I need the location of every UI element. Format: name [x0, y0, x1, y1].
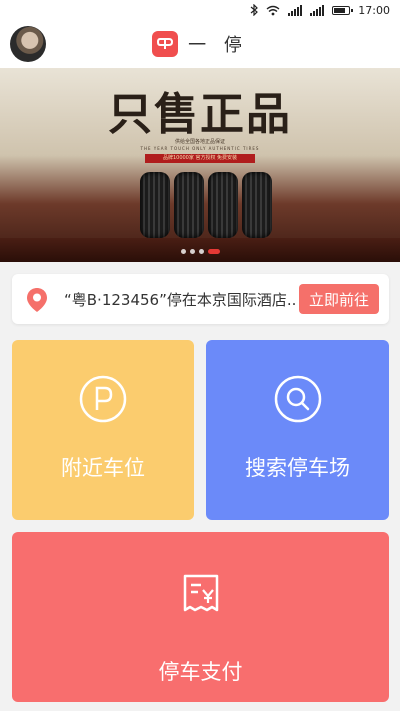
wifi-icon	[266, 5, 280, 16]
search-parking-tile[interactable]: 搜索停车场	[206, 340, 389, 520]
brand: 一 停	[152, 31, 248, 57]
search-icon	[273, 374, 323, 428]
user-avatar[interactable]	[10, 26, 46, 62]
parking-p-icon	[78, 374, 128, 428]
location-pin-icon	[26, 287, 48, 317]
banner-title: 只售正品	[108, 89, 292, 140]
receipt-yen-icon	[179, 572, 223, 620]
go-now-button[interactable]: 立即前往	[299, 284, 379, 314]
carousel-dot-active[interactable]	[207, 249, 220, 254]
battery-icon	[332, 5, 354, 15]
app-header: 一 停	[0, 20, 400, 68]
tire-image	[208, 172, 238, 238]
carousel-dot[interactable]	[189, 249, 195, 254]
tire-image	[242, 172, 272, 238]
carousel-dot[interactable]	[198, 249, 204, 254]
parking-payment-tile[interactable]: 停车支付	[12, 532, 389, 702]
search-parking-label: 搜索停车场	[245, 456, 350, 480]
banner-tagline: THE YEAR TOUCH ONLY AUTHENTIC TIRES	[140, 146, 260, 151]
parking-logo-icon	[152, 31, 179, 57]
banner-promo: 品牌10000家 官方授权 免费安装	[145, 154, 255, 163]
status-bar: 17:00	[0, 0, 400, 20]
tire-image	[140, 172, 170, 238]
carousel-indicator[interactable]	[0, 249, 400, 254]
nearby-parking-tile[interactable]: 附近车位	[12, 340, 194, 520]
app-name: 一 停	[188, 35, 248, 56]
nearby-parking-label: 附近车位	[61, 456, 145, 480]
notice-text: “粤B·123456”停在本京国际酒店..	[64, 291, 297, 309]
bluetooth-icon	[250, 4, 259, 16]
status-time: 17:00	[358, 3, 390, 17]
carousel-dot[interactable]	[180, 249, 186, 254]
signal-icon	[288, 4, 303, 16]
banner-subtitle: 供给全国各地正品保证	[174, 139, 225, 145]
tire-image	[174, 172, 204, 238]
signal-icon	[310, 4, 325, 16]
parking-payment-label: 停车支付	[158, 660, 243, 684]
parking-notice[interactable]: “粤B·123456”停在本京国际酒店.. 立即前往	[12, 274, 389, 324]
promo-banner[interactable]: 只售正品 供给全国各地正品保证 THE YEAR TOUCH ONLY AUTH…	[0, 68, 400, 262]
